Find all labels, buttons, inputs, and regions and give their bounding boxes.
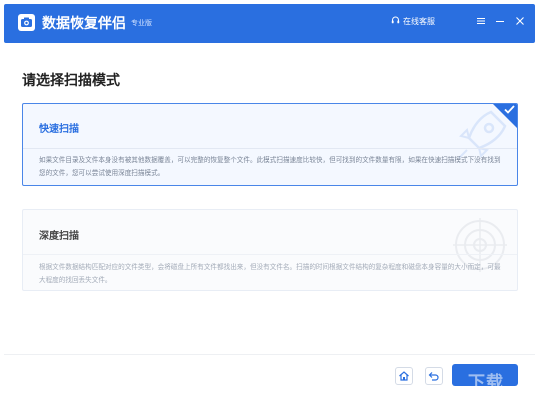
- page-title: 请选择扫描模式: [22, 73, 120, 89]
- home-icon: [399, 371, 409, 381]
- deep-scan-title: 深度扫描: [39, 231, 79, 242]
- back-icon: [428, 372, 439, 381]
- quick-scan-option[interactable]: 快速扫描 如果文件目录及文件本身没有被其他数据覆盖，可以完整的恢复整个文件。此模…: [22, 103, 518, 186]
- app-title: 数据恢复伴侣: [42, 16, 126, 32]
- footer-divider: [4, 354, 535, 355]
- minimize-icon[interactable]: [493, 14, 507, 28]
- deep-scan-description: 根据文件数据结构匹配对应的文件类型，会将磁盘上所有文件都找出来，但没有文件名。扫…: [39, 263, 501, 284]
- deep-scan-option[interactable]: 深度扫描 根据文件数据结构匹配对应的文件类型，会将磁盘上所有文件都找出来，但没有…: [22, 209, 518, 291]
- close-icon[interactable]: [513, 14, 527, 28]
- start-scan-button[interactable]: [452, 364, 518, 386]
- quick-scan-description: 如果文件目录及文件本身没有被其他数据覆盖，可以完整的恢复整个文件。此模式扫描速度…: [39, 156, 501, 177]
- home-button[interactable]: [395, 367, 413, 385]
- title-bar: 数据恢复伴侣 专业版 在线客服: [4, 4, 535, 43]
- card-divider: [23, 254, 517, 255]
- quick-scan-title: 快速扫描: [39, 124, 79, 135]
- online-support-button[interactable]: 在线客服: [391, 16, 435, 27]
- camera-logo-icon: [18, 14, 35, 31]
- menu-icon[interactable]: [474, 14, 488, 28]
- edition-label: 专业版: [131, 19, 152, 27]
- support-label: 在线客服: [403, 17, 435, 26]
- card-divider: [23, 148, 517, 149]
- checkmark-icon: [504, 105, 515, 114]
- back-button[interactable]: [425, 367, 443, 385]
- headset-icon: [391, 16, 400, 27]
